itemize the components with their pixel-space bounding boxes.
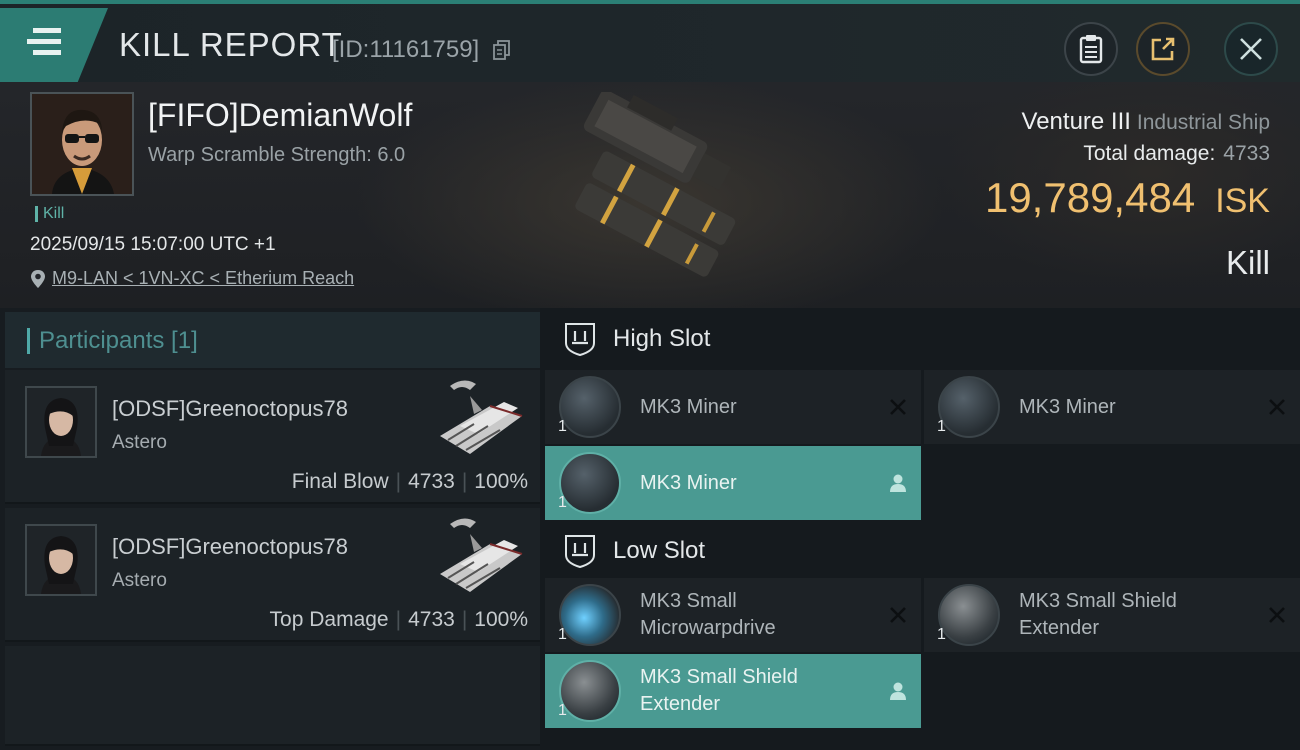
total-damage-label: Total damage: xyxy=(1083,142,1216,165)
total-damage-value: 4733 xyxy=(1223,142,1270,165)
report-id: [ID:11161759] xyxy=(332,36,480,63)
victim-ship-image xyxy=(575,92,736,277)
ship-type[interactable]: Venture III xyxy=(1022,108,1131,135)
participant-stats: Top Damage | 4733 | 100% xyxy=(269,608,528,631)
participant-card[interactable]: [ODSF]Greenoctopus78 Astero Final Blow | 4… xyxy=(5,370,540,504)
copy-icon[interactable] xyxy=(493,40,511,60)
participant-label: Top Damage xyxy=(269,608,389,631)
module-item[interactable]: 1 MK3 Small Microwarpdrive xyxy=(545,578,921,652)
person-icon xyxy=(890,682,906,700)
participant-ship: Astero xyxy=(112,570,167,591)
report-result: Kill xyxy=(1225,244,1270,281)
module-quantity: 1 xyxy=(558,626,567,643)
victim-name[interactable]: [FIFO]DemianWolf xyxy=(148,97,412,134)
location-pin-icon xyxy=(31,269,45,288)
miner-icon xyxy=(938,376,1000,438)
kill-summary: [FIFO]DemianWolf Warp Scramble Strength:… xyxy=(0,82,1300,308)
high-slot-header: High Slot xyxy=(545,308,1300,370)
share-button[interactable] xyxy=(1136,22,1190,76)
isk-value: 19,789,484 ISK xyxy=(985,174,1270,222)
participant-card[interactable]: [ODSF]Greenoctopus78 Astero Top Damage | 4… xyxy=(5,508,540,642)
participant-percent: 100% xyxy=(474,470,528,493)
participants-empty-area xyxy=(5,646,540,746)
module-name: MK3 Miner xyxy=(1019,395,1116,418)
shield-extender-icon xyxy=(559,660,621,722)
top-bar: KILL REPORT [ID:11161759] xyxy=(0,0,1300,82)
miner-icon xyxy=(559,376,621,438)
low-slot-header: Low Slot xyxy=(545,520,1300,582)
module-item[interactable]: 1 MK3 Miner xyxy=(545,370,921,444)
microwarpdrive-icon xyxy=(559,584,621,646)
miner-icon xyxy=(559,452,621,514)
clipboard-button[interactable] xyxy=(1064,22,1118,76)
menu-button[interactable] xyxy=(0,8,108,82)
close-button[interactable] xyxy=(1224,22,1278,76)
participants-panel: Participants [1] [ODSF]Greenoctopus78 As… xyxy=(0,308,540,750)
module-quantity: 1 xyxy=(937,418,946,435)
module-item[interactable]: 1 MK3 Miner xyxy=(924,370,1300,444)
participant-name[interactable]: [ODSF]Greenoctopus78 xyxy=(112,396,348,422)
kill-tag: Kill xyxy=(35,206,64,222)
module-item[interactable]: 1 MK3 Miner xyxy=(545,446,921,520)
module-item[interactable]: 1 MK3 Small Shield Extender xyxy=(545,654,921,728)
clipboard-icon xyxy=(1079,35,1103,64)
isk-amount: 19,789,484 xyxy=(984,174,1196,221)
isk-unit: ISK xyxy=(1215,182,1270,220)
module-name: MK3 Small Shield Extender xyxy=(1019,590,1177,639)
module-quantity: 1 xyxy=(558,418,567,435)
module-quantity: 1 xyxy=(558,494,567,511)
victim-portrait[interactable] xyxy=(30,92,134,196)
module-name: MK3 Small Shield Extender xyxy=(640,666,798,715)
high-slot-title: High Slot xyxy=(613,325,711,352)
fittings-panel: High Slot 1 MK3 Miner 1 MK3 Miner 1 MK3 … xyxy=(545,308,1300,750)
low-slot-title: Low Slot xyxy=(613,537,706,564)
shield-extender-icon xyxy=(938,584,1000,646)
participant-damage: 4733 xyxy=(408,608,455,631)
participant-ship-image xyxy=(440,380,523,454)
participant-avatar xyxy=(25,524,97,596)
kill-location[interactable]: M9-LAN < 1VN-XC < Etherium Reach xyxy=(30,268,354,289)
module-item[interactable]: 1 MK3 Small Shield Extender xyxy=(924,578,1300,652)
person-icon xyxy=(890,474,906,492)
participant-damage: 4733 xyxy=(408,470,455,493)
module-quantity: 1 xyxy=(558,702,567,719)
victim-avatar xyxy=(32,94,132,194)
total-damage: Total damage: 4733 xyxy=(1083,142,1270,166)
x-icon xyxy=(890,399,906,415)
close-icon xyxy=(1240,38,1262,60)
module-name: MK3 Miner xyxy=(640,471,737,494)
kill-datetime: 2025/09/15 15:07:00 UTC +1 xyxy=(30,234,276,255)
location-link[interactable]: M9-LAN < 1VN-XC < Etherium Reach xyxy=(52,268,354,289)
module-name: MK3 Small Microwarpdrive xyxy=(640,590,776,639)
ship-class: Industrial Ship xyxy=(1136,111,1270,134)
participant-name[interactable]: [ODSF]Greenoctopus78 xyxy=(112,534,348,560)
module-name: MK3 Miner xyxy=(640,395,737,418)
participant-stats: Final Blow | 4733 | 100% xyxy=(291,470,528,493)
shield-slot-icon xyxy=(565,323,595,357)
x-icon xyxy=(1269,607,1285,623)
x-icon xyxy=(1269,399,1285,415)
participant-avatar xyxy=(25,386,97,458)
module-quantity: 1 xyxy=(937,626,946,643)
ship-name: Venture III Industrial Ship xyxy=(1022,108,1270,136)
participants-title: Participants [1] xyxy=(27,328,198,354)
participants-header: Participants [1] xyxy=(5,312,540,368)
share-icon xyxy=(1151,37,1175,61)
participant-ship-image xyxy=(440,518,523,592)
warp-scramble-strength: Warp Scramble Strength: 6.0 xyxy=(148,144,406,166)
participant-percent: 100% xyxy=(474,608,528,631)
participant-label: Final Blow xyxy=(291,470,389,493)
page-title: KILL REPORT xyxy=(119,26,343,63)
participant-ship: Astero xyxy=(112,432,167,453)
x-icon xyxy=(890,607,906,623)
shield-slot-icon xyxy=(565,535,595,569)
